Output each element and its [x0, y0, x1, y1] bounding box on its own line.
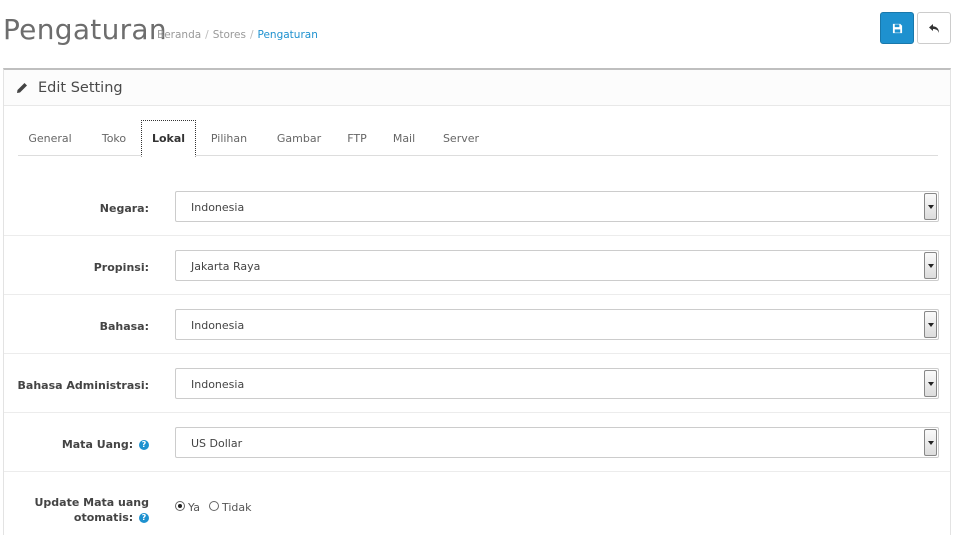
- negara-label: Negara:: [99, 202, 149, 215]
- update-mata-uang-label-line2: otomatis:: [73, 511, 134, 524]
- edit-setting-panel: Edit Setting General Toko Lokal Pilihan …: [3, 68, 951, 535]
- bahasa-admin-value: Indonesia: [191, 378, 245, 391]
- dropdown-arrow-icon[interactable]: [924, 193, 937, 220]
- mata-uang-label-text: Mata Uang:: [61, 438, 134, 451]
- tab-lokal[interactable]: Lokal: [141, 120, 196, 157]
- reply-icon: [929, 23, 939, 33]
- dropdown-arrow-icon[interactable]: [924, 311, 937, 338]
- breadcrumb: Beranda / Stores / Pengaturan: [157, 29, 318, 41]
- form-row-bahasa: Bahasa: Indonesia: [4, 295, 950, 354]
- mata-uang-value: US Dollar: [191, 437, 243, 450]
- update-mata-uang-label-line1: Update Mata uang: [34, 496, 150, 509]
- radio-ya-label[interactable]: Ya: [188, 501, 200, 514]
- negara-select[interactable]: Indonesia: [175, 191, 939, 222]
- back-button[interactable]: [917, 12, 951, 44]
- radio-tidak[interactable]: [208, 500, 219, 511]
- panel-heading: Edit Setting: [4, 70, 950, 106]
- breadcrumb-home[interactable]: Beranda: [157, 29, 201, 41]
- mata-uang-label: Mata Uang: ?: [62, 438, 149, 451]
- bahasa-select[interactable]: Indonesia: [175, 309, 939, 340]
- update-mata-uang-radio-group: Ya Tidak: [175, 497, 251, 514]
- dropdown-arrow-icon[interactable]: [924, 429, 937, 456]
- tab-server[interactable]: Server: [436, 120, 486, 156]
- save-button[interactable]: [880, 12, 914, 44]
- bahasa-value: Indonesia: [191, 319, 245, 332]
- breadcrumb-separator: /: [205, 29, 209, 41]
- panel-title: Edit Setting: [38, 79, 123, 96]
- breadcrumb-separator: /: [249, 29, 254, 41]
- form-row-propinsi: Propinsi: Jakarta Raya: [4, 236, 950, 295]
- negara-value: Indonesia: [191, 201, 245, 214]
- mata-uang-select[interactable]: US Dollar: [175, 427, 939, 458]
- form-row-mata-uang: Mata Uang: ? US Dollar: [4, 413, 950, 472]
- propinsi-value: Jakarta Raya: [191, 260, 261, 273]
- tab-ftp[interactable]: FTP: [340, 120, 374, 156]
- breadcrumb-stores[interactable]: Stores: [213, 29, 246, 41]
- propinsi-label: Propinsi:: [93, 261, 149, 274]
- radio-tidak-label[interactable]: Tidak: [222, 501, 252, 514]
- tab-mail[interactable]: Mail: [386, 120, 422, 156]
- form-row-bahasa-admin: Bahasa Administrasi: Indonesia: [4, 354, 950, 413]
- bahasa-admin-label: Bahasa Administrasi:: [17, 379, 149, 392]
- bahasa-label: Bahasa:: [99, 320, 149, 333]
- settings-tabs: General Toko Lokal Pilihan Gambar FTP Ma…: [18, 120, 938, 157]
- page-title: Pengaturan: [3, 13, 167, 46]
- bahasa-admin-select[interactable]: Indonesia: [175, 368, 939, 399]
- breadcrumb-current[interactable]: Pengaturan: [258, 29, 318, 41]
- form-row-negara: Negara: Indonesia: [4, 176, 950, 236]
- tab-pilihan[interactable]: Pilihan: [204, 120, 254, 156]
- form-row-update-mata-uang: Update Mata uang otomatis: ? Ya Tidak: [4, 472, 950, 535]
- pencil-icon: [17, 82, 27, 93]
- save-icon: [892, 23, 902, 33]
- help-icon[interactable]: ?: [139, 440, 149, 450]
- tab-gambar[interactable]: Gambar: [270, 120, 328, 156]
- help-icon[interactable]: ?: [139, 513, 149, 523]
- propinsi-select[interactable]: Jakarta Raya: [175, 250, 939, 281]
- tab-general[interactable]: General: [18, 120, 82, 156]
- dropdown-arrow-icon[interactable]: [924, 252, 937, 279]
- radio-ya[interactable]: [175, 500, 185, 511]
- update-mata-uang-label: Update Mata uang otomatis: ?: [34, 495, 150, 525]
- dropdown-arrow-icon[interactable]: [924, 370, 937, 397]
- tab-toko[interactable]: Toko: [92, 120, 136, 156]
